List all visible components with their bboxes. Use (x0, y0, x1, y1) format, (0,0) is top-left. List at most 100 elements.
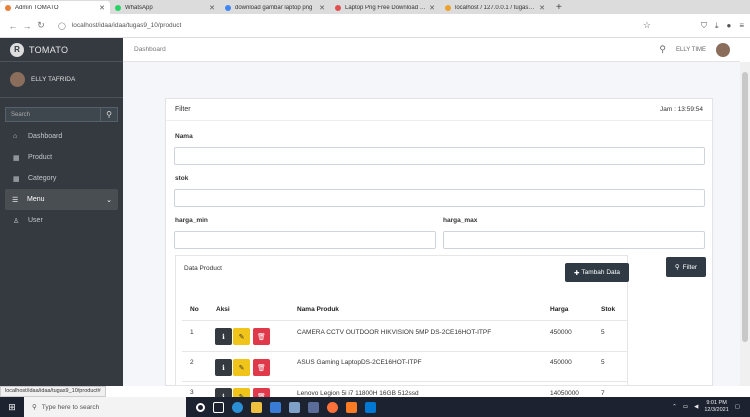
address-bar[interactable]: ◯ localhost/idaa/idaa/tugas9_10/product … (58, 20, 701, 31)
breadcrumb[interactable]: Dashboard (134, 46, 166, 53)
brand[interactable]: R TOMATO (0, 38, 123, 62)
windows-start-icon[interactable]: ⊞ (0, 402, 24, 413)
browser-tab-localhost[interactable]: localhost / 127.0.0.1 / tugas_dp ✕ (440, 1, 550, 14)
new-tab-icon[interactable]: + (550, 1, 568, 14)
plus-icon: ✚ (573, 269, 580, 277)
system-tray: ⌃ ▭ ◀ 9:01 PM 12/3/2021 ▢ (672, 400, 750, 414)
tab-title: WhatsApp (125, 4, 153, 11)
edit-button[interactable]: ✎ (233, 328, 250, 345)
info-button[interactable]: ℹ (215, 328, 232, 345)
taskbar-search[interactable]: ⚲ Type here to search (24, 397, 186, 417)
clock[interactable]: 9:01 PM 12/3/2021 (704, 400, 728, 414)
browser-tab-strip: Admin TOMATO ✕ WhatsApp ✕ download gamba… (0, 0, 750, 14)
sidebar-item-product[interactable]: ▦ Product (0, 147, 123, 168)
photos-icon[interactable] (308, 401, 319, 413)
tab-favicon-icon (225, 4, 231, 11)
column-header-aksi: Aksi (216, 306, 230, 313)
forward-icon[interactable]: → (20, 21, 34, 31)
filter-button-label: Filter (682, 263, 698, 271)
avatar[interactable] (716, 42, 730, 57)
brand-logo-icon: R (10, 42, 24, 57)
clock-time: 9:01 PM (706, 400, 727, 406)
scrollbar-thumb[interactable] (742, 72, 748, 342)
close-tab-icon[interactable]: ✕ (99, 4, 105, 12)
network-icon[interactable]: ▭ (683, 404, 688, 410)
browser-tab-laptop[interactable]: Laptop Png Free Download - A ✕ (330, 1, 440, 14)
list-icon: ☰ (12, 196, 19, 204)
clock-date: 12/3/2021 (704, 407, 729, 413)
firefox-icon[interactable] (327, 401, 338, 413)
home-icon: ⌂ (13, 133, 18, 140)
search-icon[interactable]: ⚲ (659, 44, 666, 55)
clock-text: Jam : 13:59:54 (660, 106, 703, 113)
tab-title: download gambar laptop png (235, 4, 313, 11)
sidebar-item-label: Product (28, 154, 53, 161)
tab-favicon-icon (335, 4, 341, 11)
notification-icon[interactable]: ▢ (735, 404, 740, 410)
vscode-icon[interactable] (365, 401, 376, 413)
cortana-icon[interactable] (196, 402, 205, 412)
header-user-name[interactable]: ELLY TIME (676, 47, 706, 53)
user-panel[interactable]: ELLY TAFRIDA (0, 62, 123, 98)
close-tab-icon[interactable]: ✕ (539, 4, 545, 12)
user-name: ELLY TAFRIDA (31, 76, 76, 83)
column-header-no: No (190, 306, 199, 313)
search-icon[interactable]: ⚲ (101, 107, 118, 122)
account-icon[interactable]: ● (726, 21, 731, 31)
filter-card-header: Filter Jam : 13:59:54 (166, 99, 712, 121)
delete-button[interactable]: 🗑 (253, 328, 270, 345)
url-text: localhost/idaa/idaa/tugas9_10/product (71, 22, 182, 29)
browser-tab-download[interactable]: download gambar laptop png ✕ (220, 1, 330, 14)
nama-input[interactable] (174, 147, 705, 165)
harga-min-input[interactable] (174, 231, 436, 249)
add-data-button[interactable]: ✚ Tambah Data (565, 263, 629, 282)
sidebar-item-dashboard[interactable]: ⌂ Dashboard (0, 126, 123, 147)
chevron-up-icon[interactable]: ⌃ (672, 404, 677, 410)
task-view-icon[interactable] (213, 401, 224, 413)
windows-taskbar: ⊞ ⚲ Type here to search ⌃ ▭ ◀ 9:01 PM 12… (0, 397, 750, 417)
row-price: 450000 (550, 359, 572, 366)
harga-max-input[interactable] (443, 231, 705, 249)
reload-icon[interactable]: ↻ (34, 20, 48, 31)
sidebar-item-menu[interactable]: ☰ Menu ⌄ (5, 189, 118, 210)
delete-button[interactable]: 🗑 (253, 359, 270, 376)
back-icon[interactable]: ← (6, 21, 20, 31)
tab-title: Laptop Png Free Download - A (345, 4, 427, 11)
info-button[interactable]: ℹ (215, 359, 232, 376)
sidebar-item-user[interactable]: ♙ User (0, 210, 123, 231)
browser-toolbar: ← → ↻ ◯ localhost/idaa/idaa/tugas9_10/pr… (0, 14, 750, 38)
search-input[interactable]: Search (5, 107, 101, 122)
close-tab-icon[interactable]: ✕ (429, 4, 435, 12)
download-icon[interactable]: ⤓ (715, 21, 719, 31)
avatar (10, 72, 25, 87)
pocket-icon[interactable]: ⛉ (701, 21, 707, 31)
filter-button[interactable]: ⚲ Filter (666, 257, 706, 277)
row-no: 1 (190, 329, 194, 336)
row-stock: 5 (601, 329, 605, 336)
close-tab-icon[interactable]: ✕ (319, 4, 325, 12)
browser-tab-whatsapp[interactable]: WhatsApp ✕ (110, 1, 220, 14)
stok-input[interactable] (174, 189, 705, 207)
sidebar-item-label: Category (28, 175, 57, 182)
volume-icon[interactable]: ◀ (694, 404, 698, 410)
filter-title: Filter (175, 106, 191, 113)
close-tab-icon[interactable]: ✕ (209, 4, 215, 12)
row-no: 3 (190, 389, 194, 396)
store-icon[interactable] (289, 401, 300, 413)
table-divider (182, 381, 628, 382)
row-product-name: CAMERA CCTV OUTDOOR HIKVISION 5MP DS-2CE… (297, 329, 492, 336)
bookmark-star-icon[interactable]: ☆ (643, 20, 651, 31)
edge-icon[interactable] (232, 401, 243, 413)
browser-tab-admin[interactable]: Admin TOMATO ✕ (0, 1, 110, 14)
xampp-icon[interactable] (346, 401, 357, 413)
column-header-stok: Stok (601, 306, 616, 313)
browser-actions: ⛉ ⤓ ● ≡ (701, 21, 744, 31)
menu-icon[interactable]: ≡ (739, 21, 744, 31)
sidebar-item-category[interactable]: ▦ Category (0, 168, 123, 189)
mail-icon[interactable] (270, 401, 281, 413)
file-explorer-icon[interactable] (251, 401, 262, 413)
page-scrollbar[interactable] (740, 62, 750, 386)
edit-button[interactable]: ✎ (233, 359, 250, 376)
search-icon: ⚲ (32, 404, 37, 411)
add-data-label: Tambah Data (581, 269, 621, 276)
